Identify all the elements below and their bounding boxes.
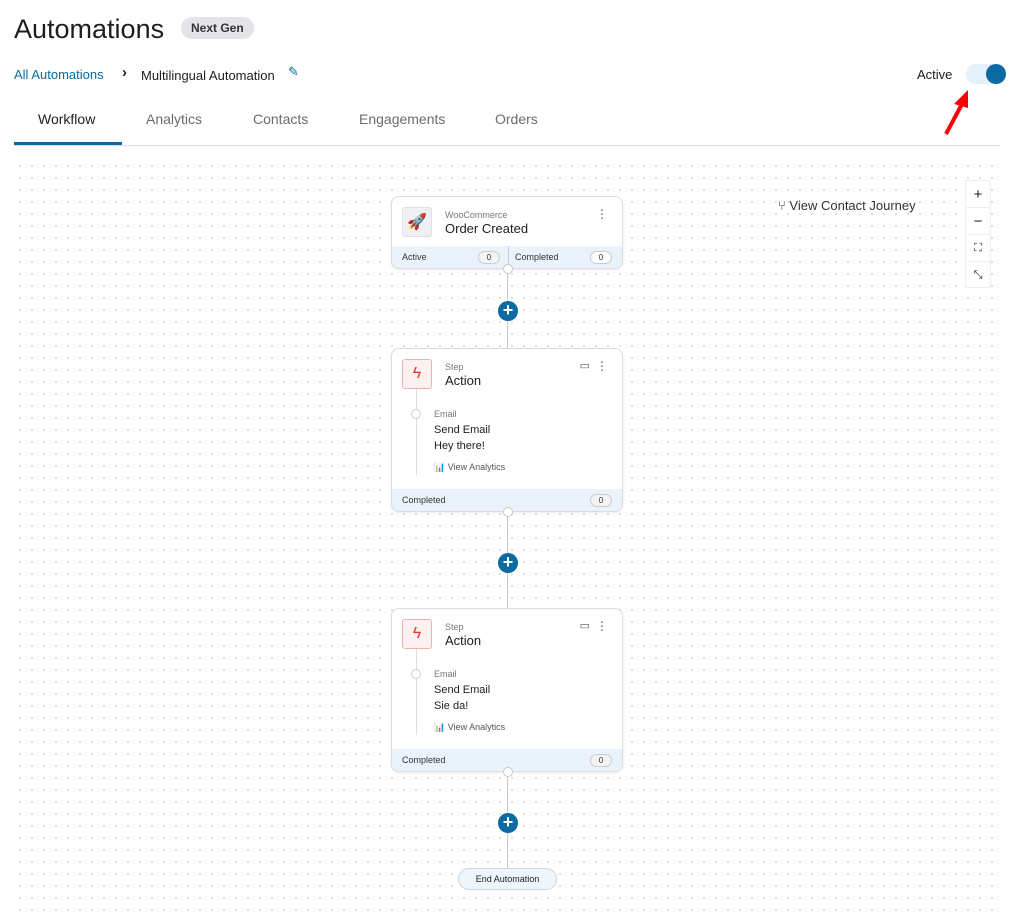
trigger-card[interactable]: 🚀 WooCommerce Order Created ⋮ Active 0 C… bbox=[391, 196, 623, 269]
status-label: Active bbox=[917, 67, 953, 82]
active-toggle[interactable] bbox=[966, 64, 1006, 84]
completed-count: 0 bbox=[590, 754, 612, 767]
view-analytics-link[interactable]: 📊 View Analytics bbox=[434, 462, 505, 473]
view-analytics-label: View Analytics bbox=[447, 462, 506, 472]
rocket-icon: 🚀 bbox=[402, 207, 432, 237]
view-contact-journey-link[interactable]: ⑂ View Contact Journey bbox=[778, 198, 916, 213]
step-kind: Step bbox=[445, 362, 464, 372]
chart-icon: 📊 bbox=[434, 462, 448, 472]
comment-icon[interactable]: ▭ bbox=[580, 359, 590, 372]
comment-icon[interactable]: ▭ bbox=[580, 619, 590, 632]
action-type: Email bbox=[434, 409, 457, 419]
active-tab-indicator bbox=[14, 142, 122, 145]
zoom-out-icon[interactable]: − bbox=[966, 208, 990, 235]
next-gen-badge: Next Gen bbox=[181, 17, 254, 39]
connector-node bbox=[503, 264, 513, 274]
add-step-button[interactable]: + bbox=[498, 301, 518, 321]
breadcrumb-current: Multilingual Automation bbox=[141, 68, 275, 83]
lightning-icon: ϟ bbox=[402, 359, 432, 389]
action-name: Send Email bbox=[434, 424, 491, 436]
tab-analytics[interactable]: Analytics bbox=[146, 111, 202, 127]
fullscreen-icon[interactable]: ⤡ bbox=[966, 262, 990, 289]
trigger-name: Order Created bbox=[445, 221, 529, 236]
tab-orders[interactable]: Orders bbox=[495, 111, 538, 127]
lightning-icon: ϟ bbox=[402, 619, 432, 649]
add-step-button[interactable]: + bbox=[498, 813, 518, 833]
tab-contacts[interactable]: Contacts bbox=[253, 111, 308, 127]
journey-label: View Contact Journey bbox=[789, 198, 916, 213]
end-automation-node: End Automation bbox=[458, 868, 557, 890]
more-menu-icon[interactable]: ⋮ bbox=[596, 207, 608, 221]
action-step-card[interactable]: ϟ Step Action ▭ ⋮ Email Send Email Sie d… bbox=[391, 608, 623, 772]
view-analytics-label: View Analytics bbox=[447, 722, 506, 732]
chevron-right-icon: › bbox=[122, 64, 127, 81]
tab-engagements[interactable]: Engagements bbox=[359, 111, 445, 127]
completed-label: Completed bbox=[402, 495, 446, 505]
more-menu-icon[interactable]: ⋮ bbox=[596, 359, 608, 373]
action-step-card[interactable]: ϟ Step Action ▭ ⋮ Email Send Email Hey t… bbox=[391, 348, 623, 512]
completed-label: Completed bbox=[402, 755, 446, 765]
edit-pencil-icon[interactable]: ✎ bbox=[288, 64, 299, 80]
more-menu-icon[interactable]: ⋮ bbox=[596, 619, 608, 633]
completed-count-label: Completed bbox=[515, 252, 559, 262]
email-subject: Hey there! bbox=[434, 440, 485, 452]
connector-node bbox=[503, 767, 513, 777]
trigger-source: WooCommerce bbox=[445, 210, 508, 220]
active-count-label: Active bbox=[402, 252, 427, 262]
active-count: 0 bbox=[478, 251, 500, 264]
add-step-button[interactable]: + bbox=[498, 553, 518, 573]
completed-count: 0 bbox=[590, 494, 612, 507]
completed-count: 0 bbox=[590, 251, 612, 264]
tabs-divider bbox=[14, 145, 1000, 146]
zoom-in-icon[interactable]: + bbox=[966, 181, 990, 208]
journey-branch-icon: ⑂ bbox=[778, 198, 790, 213]
step-kind: Step bbox=[445, 622, 464, 632]
breadcrumb-all-automations[interactable]: All Automations bbox=[14, 67, 104, 82]
view-analytics-link[interactable]: 📊 View Analytics bbox=[434, 722, 505, 733]
page-title: Automations bbox=[14, 14, 165, 44]
connector-node bbox=[503, 507, 513, 517]
step-title: Action bbox=[445, 373, 482, 388]
fit-view-icon[interactable]: ⛶ bbox=[966, 235, 990, 262]
zoom-controls: + − ⛶ ⤡ bbox=[965, 180, 991, 288]
tab-workflow[interactable]: Workflow bbox=[38, 111, 95, 127]
email-subject: Sie da! bbox=[434, 700, 469, 712]
action-type: Email bbox=[434, 669, 457, 679]
annotation-arrow-icon bbox=[944, 90, 968, 135]
action-name: Send Email bbox=[434, 684, 491, 696]
step-title: Action bbox=[445, 633, 482, 648]
chart-icon: 📊 bbox=[434, 722, 448, 732]
